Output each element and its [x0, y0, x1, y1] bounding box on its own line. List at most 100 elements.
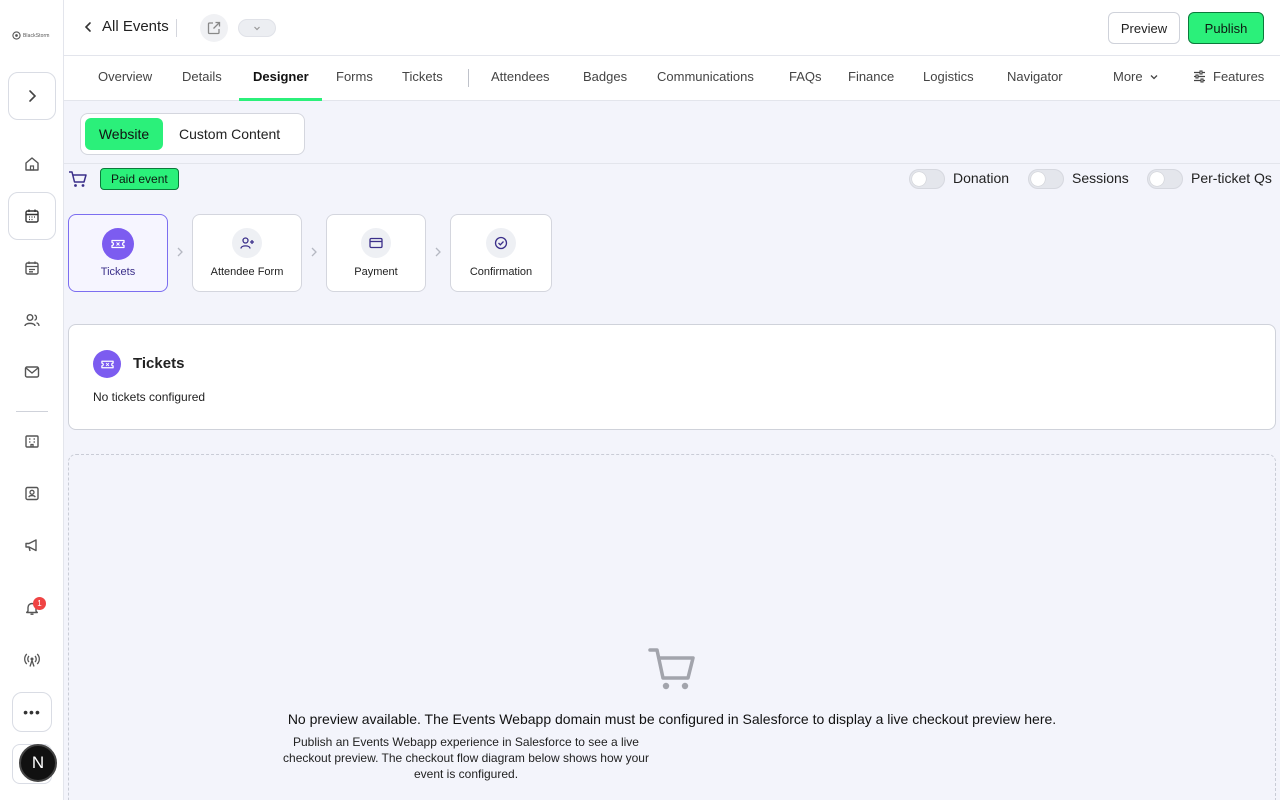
- sliders-icon: [1194, 70, 1205, 83]
- check-circle-icon: [494, 236, 508, 250]
- tab-badges[interactable]: Badges: [583, 69, 627, 84]
- step-confirmation-icon-circle: [486, 228, 516, 258]
- step-payment-label: Payment: [354, 266, 398, 278]
- chevron-right-icon: [311, 247, 317, 257]
- external-link-icon: [207, 21, 221, 35]
- preview-button[interactable]: Preview: [1108, 12, 1180, 44]
- designer-mode-toggle: Website Custom Content: [80, 113, 305, 155]
- more-tabs-dropdown[interactable]: More: [1113, 69, 1159, 84]
- back-label: All Events: [102, 18, 169, 35]
- building-icon: [25, 435, 39, 448]
- topbar-divider: [176, 19, 177, 37]
- step-payment-icon-circle: [361, 228, 391, 258]
- expand-sidebar-button[interactable]: [8, 72, 56, 120]
- ticket-icon: [100, 360, 114, 368]
- tickets-card-icon-circle: [93, 350, 121, 378]
- chevron-left-icon: [84, 21, 91, 32]
- features-button[interactable]: Features: [1192, 69, 1264, 84]
- tab-attendees[interactable]: Attendees: [491, 69, 550, 84]
- logo-mark-icon: [12, 31, 21, 40]
- broadcast-icon: [24, 653, 40, 667]
- step-confirmation-label: Confirmation: [469, 266, 533, 278]
- step-attendee-form[interactable]: Attendee Form: [192, 214, 302, 292]
- top-bar: All Events Preview Publish: [64, 0, 1280, 56]
- chevron-right-icon: [29, 90, 37, 102]
- per-ticket-questions-label: Per-ticket Qs: [1191, 170, 1272, 186]
- shopping-cart-icon: [648, 648, 695, 690]
- publish-button[interactable]: Publish: [1188, 12, 1264, 44]
- tickets-empty-text: No tickets configured: [93, 390, 206, 404]
- event-status-dropdown[interactable]: [238, 19, 276, 37]
- tab-faqs[interactable]: FAQs: [789, 69, 822, 84]
- open-external-button[interactable]: [200, 14, 228, 42]
- calendar-list-icon: [25, 261, 39, 275]
- tab-divider: [468, 69, 469, 87]
- credit-card-icon: [369, 237, 383, 249]
- step-tickets[interactable]: Tickets: [68, 214, 168, 292]
- nav-home[interactable]: [20, 152, 44, 176]
- chevron-right-icon: [177, 247, 183, 257]
- chevron-right-icon: [435, 247, 441, 257]
- tab-finance[interactable]: Finance: [848, 69, 894, 84]
- donation-label: Donation: [953, 170, 1010, 186]
- notification-count-badge: 1: [33, 597, 46, 610]
- megaphone-icon: [25, 539, 37, 552]
- step-attendee-form-label: Attendee Form: [210, 266, 284, 278]
- tickets-card-title: Tickets: [133, 355, 185, 372]
- home-icon: [25, 157, 39, 171]
- donation-toggle[interactable]: [909, 169, 945, 189]
- ticket-icon: [111, 239, 125, 249]
- event-tabs: Overview Details Designer Forms Tickets …: [64, 56, 1280, 101]
- chevron-down-icon: [254, 26, 260, 31]
- tab-forms[interactable]: Forms: [336, 69, 373, 84]
- preview-unavailable-description: Publish an Events Webapp experience in S…: [283, 735, 649, 781]
- contact-card-icon: [25, 486, 39, 501]
- paid-event-badge: Paid event: [100, 168, 179, 190]
- tab-tickets[interactable]: Tickets: [402, 69, 443, 84]
- tab-details[interactable]: Details: [182, 69, 222, 84]
- mail-icon: [24, 366, 40, 378]
- tab-overview[interactable]: Overview: [98, 69, 152, 84]
- nav-broadcast[interactable]: [20, 648, 44, 672]
- nav-marketing[interactable]: [20, 533, 44, 557]
- website-segment[interactable]: Website: [85, 118, 163, 150]
- sessions-label: Sessions: [1072, 170, 1129, 186]
- tab-designer[interactable]: Designer: [253, 69, 309, 84]
- step-payment[interactable]: Payment: [326, 214, 426, 292]
- step-tickets-icon-circle: [102, 228, 134, 260]
- left-rail: BlackStorm 1 ••• N: [0, 0, 64, 800]
- nav-people[interactable]: [20, 308, 44, 332]
- per-ticket-questions-toggle[interactable]: [1147, 169, 1183, 189]
- active-tab-indicator: [239, 98, 322, 101]
- logo-text: BlackStorm: [23, 32, 50, 39]
- calendar-icon: [25, 209, 39, 223]
- more-label: More: [1113, 69, 1143, 84]
- step-attendee-form-icon-circle: [232, 228, 262, 258]
- avatar[interactable]: N: [19, 744, 57, 782]
- step-tickets-label: Tickets: [100, 266, 136, 278]
- nav-events[interactable]: [20, 204, 44, 228]
- sessions-toggle[interactable]: [1028, 169, 1064, 189]
- nav-venues[interactable]: [20, 429, 44, 453]
- step-confirmation[interactable]: Confirmation: [450, 214, 552, 292]
- user-plus-icon: [240, 237, 254, 249]
- preview-unavailable-title: No preview available. The Events Webapp …: [287, 711, 1057, 727]
- nav-schedule[interactable]: [20, 256, 44, 280]
- app-logo[interactable]: BlackStorm: [12, 31, 50, 40]
- features-label: Features: [1213, 69, 1265, 84]
- tickets-card: Tickets No tickets configured: [68, 324, 1276, 430]
- users-icon: [24, 314, 40, 327]
- tab-navigator[interactable]: Navigator: [1007, 69, 1063, 84]
- tab-communications[interactable]: Communications: [657, 69, 754, 84]
- checkout-preview-area: [68, 454, 1276, 800]
- nav-badges[interactable]: [20, 481, 44, 505]
- section-divider: [64, 163, 1280, 164]
- custom-content-segment[interactable]: Custom Content: [179, 126, 280, 142]
- shopping-cart-icon: [69, 171, 87, 187]
- back-to-all-events-link[interactable]: All Events: [82, 18, 169, 35]
- more-menu-button[interactable]: •••: [12, 692, 52, 732]
- chevron-down-icon: [1150, 74, 1158, 79]
- tab-logistics[interactable]: Logistics: [923, 69, 974, 84]
- rail-divider: [16, 411, 48, 412]
- nav-mail[interactable]: [20, 360, 44, 384]
